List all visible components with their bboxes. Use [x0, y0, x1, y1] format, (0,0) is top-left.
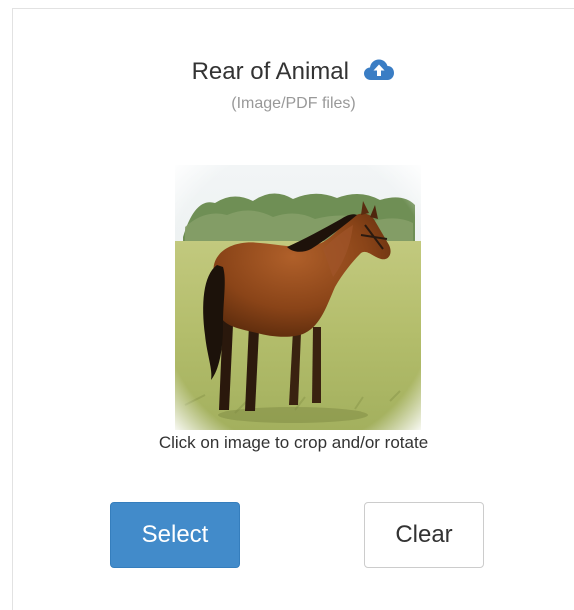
horse-rear-photo[interactable] — [175, 165, 421, 430]
cloud-upload-icon[interactable] — [363, 58, 395, 82]
file-types-hint: (Image/PDF files) — [231, 95, 356, 112]
select-button[interactable]: Select — [110, 502, 240, 568]
upload-header: Rear of Animal — [13, 56, 574, 88]
upload-title: Rear of Animal — [191, 58, 349, 85]
crop-rotate-hint: Click on image to crop and/or rotate — [158, 433, 429, 452]
upload-panel: Rear of Animal (Image/PDF files) Click o… — [12, 8, 574, 610]
clear-button[interactable]: Clear — [364, 502, 484, 568]
